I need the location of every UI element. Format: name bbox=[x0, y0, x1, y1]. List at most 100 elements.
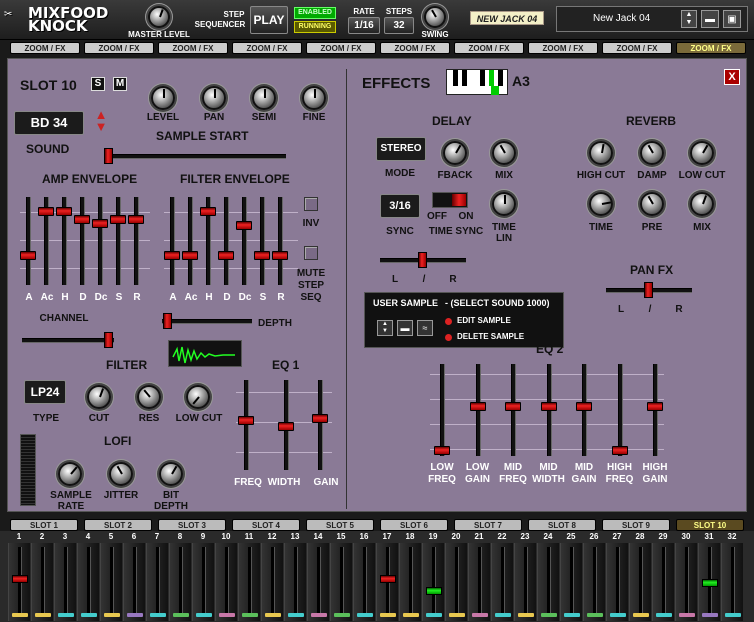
master-level-knob[interactable] bbox=[148, 6, 170, 28]
amp-envelope-thumb-2[interactable] bbox=[38, 207, 54, 216]
step-column-11[interactable] bbox=[238, 543, 260, 621]
step-column-9[interactable] bbox=[192, 543, 214, 621]
step-slider-track[interactable] bbox=[639, 547, 643, 613]
step-slider-track[interactable] bbox=[524, 547, 528, 613]
solo-button[interactable]: S bbox=[91, 77, 105, 91]
step-column-13[interactable] bbox=[284, 543, 306, 621]
filter-envelope-thumb-6[interactable] bbox=[254, 251, 270, 260]
sample-start-slider[interactable] bbox=[104, 154, 286, 159]
step-slider-track[interactable] bbox=[271, 547, 275, 613]
step-slider-track[interactable] bbox=[409, 547, 413, 613]
amp-envelope-slider-7[interactable] bbox=[134, 197, 139, 285]
step-column-25[interactable] bbox=[560, 543, 582, 621]
user-sample-folder-icon[interactable]: ▬ bbox=[397, 320, 413, 336]
step-column-14[interactable] bbox=[307, 543, 329, 621]
step-slider-track[interactable] bbox=[593, 547, 597, 613]
eq2-thumb-5[interactable] bbox=[576, 402, 592, 411]
delete-sample-icon[interactable] bbox=[445, 334, 452, 341]
amp-envelope-thumb-5[interactable] bbox=[92, 219, 108, 228]
filter-envelope-slider-7[interactable] bbox=[278, 197, 283, 285]
amp-envelope-thumb-3[interactable] bbox=[56, 207, 72, 216]
filter-envelope-thumb-4[interactable] bbox=[218, 251, 234, 260]
step-column-19[interactable] bbox=[422, 543, 444, 621]
amp-envelope-thumb-7[interactable] bbox=[128, 215, 144, 224]
mute-step-seq-checkbox[interactable] bbox=[304, 246, 318, 260]
step-column-32[interactable] bbox=[721, 543, 743, 621]
step-column-29[interactable] bbox=[652, 543, 674, 621]
step-column-1[interactable] bbox=[8, 543, 30, 621]
step-column-31[interactable] bbox=[698, 543, 720, 621]
level-knob[interactable] bbox=[151, 86, 175, 110]
step-slider-track[interactable] bbox=[616, 547, 620, 613]
step-slider-track[interactable] bbox=[248, 547, 252, 613]
preset-up-down-button[interactable]: ▲ ▼ bbox=[681, 10, 697, 28]
amp-envelope-slider-4[interactable] bbox=[80, 197, 85, 285]
step-slider-track[interactable] bbox=[202, 547, 206, 613]
delay-mode-selector[interactable]: STEREO bbox=[376, 137, 426, 161]
fback-knob[interactable] bbox=[443, 141, 467, 165]
step-slider-track[interactable] bbox=[731, 547, 735, 613]
delete-sample-link[interactable]: DELETE SAMPLE bbox=[457, 332, 524, 341]
step-slider-track[interactable] bbox=[156, 547, 160, 613]
amp-envelope-slider-6[interactable] bbox=[116, 197, 121, 285]
depth-slider[interactable] bbox=[162, 319, 252, 324]
slot-tab-2[interactable]: SLOT 2 bbox=[84, 519, 152, 531]
slot-tab-1[interactable]: SLOT 1 bbox=[10, 519, 78, 531]
filter-envelope-slider-1[interactable] bbox=[170, 197, 175, 285]
eq2-thumb-4[interactable] bbox=[540, 402, 557, 411]
step-column-7[interactable] bbox=[146, 543, 168, 621]
time-sync-toggle[interactable] bbox=[432, 192, 468, 208]
step-column-28[interactable] bbox=[629, 543, 651, 621]
zoom-fx-tab-5[interactable]: ZOOM / FX bbox=[306, 42, 376, 54]
amp-envelope-slider-1[interactable] bbox=[26, 197, 31, 285]
step-column-20[interactable] bbox=[445, 543, 467, 621]
sample-start-thumb[interactable] bbox=[104, 148, 113, 164]
step-column-22[interactable] bbox=[491, 543, 513, 621]
high-cut-knob[interactable] bbox=[589, 141, 613, 165]
eq1-thumb-2[interactable] bbox=[278, 422, 294, 431]
mute-button[interactable]: M bbox=[113, 77, 127, 91]
user-sample-up-down-button[interactable]: ▲ ▼ bbox=[377, 320, 393, 336]
sync-selector[interactable]: 3/16 bbox=[380, 194, 420, 218]
swing-knob[interactable] bbox=[424, 6, 446, 28]
amp-envelope-thumb-4[interactable] bbox=[74, 215, 90, 224]
slot-tab-9[interactable]: SLOT 9 bbox=[602, 519, 670, 531]
step-slider-track[interactable] bbox=[478, 547, 482, 613]
step-slider-track[interactable] bbox=[225, 547, 229, 613]
step-column-26[interactable] bbox=[583, 543, 605, 621]
eq2-thumb-6[interactable] bbox=[611, 446, 628, 455]
zoom-fx-tab-8[interactable]: ZOOM / FX bbox=[528, 42, 598, 54]
pan-knob[interactable] bbox=[202, 86, 226, 110]
folder-icon[interactable]: ▬ bbox=[701, 10, 719, 28]
slot-tab-7[interactable]: SLOT 7 bbox=[454, 519, 522, 531]
depth-thumb[interactable] bbox=[163, 313, 172, 329]
filter-envelope-thumb-1[interactable] bbox=[164, 251, 180, 260]
slot-tab-10[interactable]: SLOT 10 bbox=[676, 519, 744, 531]
damp-knob[interactable] bbox=[640, 141, 664, 165]
user-sample-waveform-icon[interactable]: ≈ bbox=[417, 320, 433, 336]
filter-envelope-slider-6[interactable] bbox=[260, 197, 265, 285]
filter-envelope-thumb-5[interactable] bbox=[236, 221, 252, 230]
filter-envelope-thumb-2[interactable] bbox=[182, 251, 198, 260]
edit-sample-icon[interactable] bbox=[445, 318, 452, 325]
amp-envelope-thumb-1[interactable] bbox=[20, 251, 36, 260]
enabled-indicator[interactable]: ENABLED bbox=[294, 7, 336, 19]
channel-thumb[interactable] bbox=[104, 332, 113, 348]
eq2-thumb-7[interactable] bbox=[647, 402, 663, 411]
step-column-16[interactable] bbox=[353, 543, 375, 621]
step-column-24[interactable] bbox=[537, 543, 559, 621]
step-column-10[interactable] bbox=[215, 543, 237, 621]
step-slider-track[interactable] bbox=[87, 547, 91, 613]
step-slider-track[interactable] bbox=[110, 547, 114, 613]
edit-sample-link[interactable]: EDIT SAMPLE bbox=[457, 316, 511, 325]
step-slider-thumb[interactable] bbox=[702, 579, 718, 587]
slot-tab-8[interactable]: SLOT 8 bbox=[528, 519, 596, 531]
zoom-fx-tab-10[interactable]: ZOOM / FX bbox=[676, 42, 746, 54]
reverb-low-cut-knob[interactable] bbox=[690, 141, 714, 165]
zoom-fx-tab-4[interactable]: ZOOM / FX bbox=[232, 42, 302, 54]
zoom-fx-tab-6[interactable]: ZOOM / FX bbox=[380, 42, 450, 54]
amp-envelope-thumb-6[interactable] bbox=[110, 215, 126, 224]
zoom-fx-tab-7[interactable]: ZOOM / FX bbox=[454, 42, 524, 54]
slot-tab-6[interactable]: SLOT 6 bbox=[380, 519, 448, 531]
rate-value[interactable]: 1/16 bbox=[348, 17, 380, 34]
